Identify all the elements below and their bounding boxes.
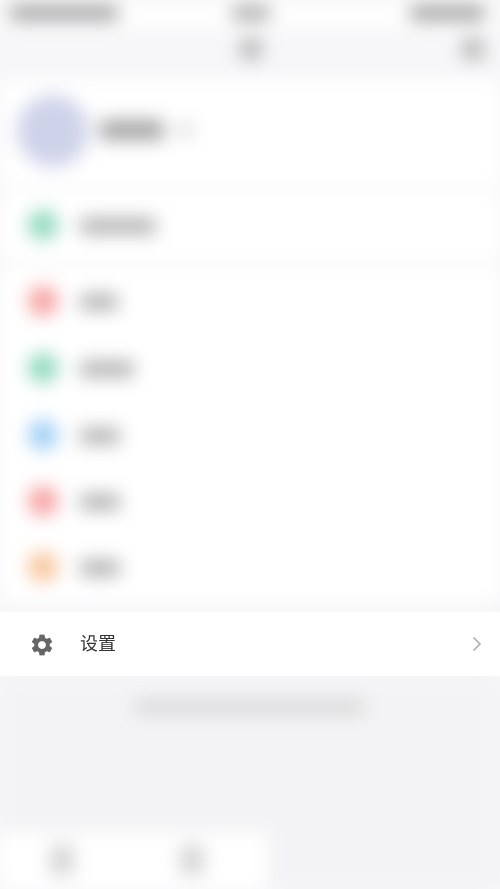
footer-text	[135, 700, 365, 714]
status-bar	[0, 0, 500, 30]
row-text	[80, 494, 120, 510]
blurred-background	[0, 0, 500, 889]
row-icon	[28, 353, 58, 383]
row-text	[80, 361, 134, 377]
header-icon	[462, 38, 484, 60]
bottom-card-item	[180, 845, 204, 875]
header-icon	[240, 38, 262, 60]
row-text	[80, 428, 120, 444]
row-icon	[28, 420, 58, 450]
settings-row[interactable]: 设置	[0, 612, 500, 676]
status-time	[232, 6, 270, 20]
profile-card	[0, 80, 500, 185]
gear-icon	[31, 634, 53, 656]
row-icon	[28, 286, 58, 316]
row-text	[80, 218, 156, 234]
row-icon	[28, 210, 58, 240]
bottom-card-item	[50, 845, 74, 875]
chevron-right-icon	[180, 124, 192, 136]
bottom-card	[0, 832, 268, 889]
profile-name	[100, 120, 164, 140]
avatar	[17, 95, 89, 167]
chevron-right-icon	[473, 637, 481, 651]
menu-panel-top	[0, 192, 500, 260]
row-icon	[28, 486, 58, 516]
status-battery	[410, 6, 485, 20]
bottom-area	[0, 676, 500, 889]
screen: 设置	[0, 0, 500, 889]
settings-label: 设置	[80, 634, 116, 654]
row-icon	[28, 552, 58, 582]
status-carrier	[10, 6, 118, 20]
row-text	[80, 560, 120, 576]
menu-panel	[0, 268, 500, 602]
row-text	[80, 294, 118, 310]
